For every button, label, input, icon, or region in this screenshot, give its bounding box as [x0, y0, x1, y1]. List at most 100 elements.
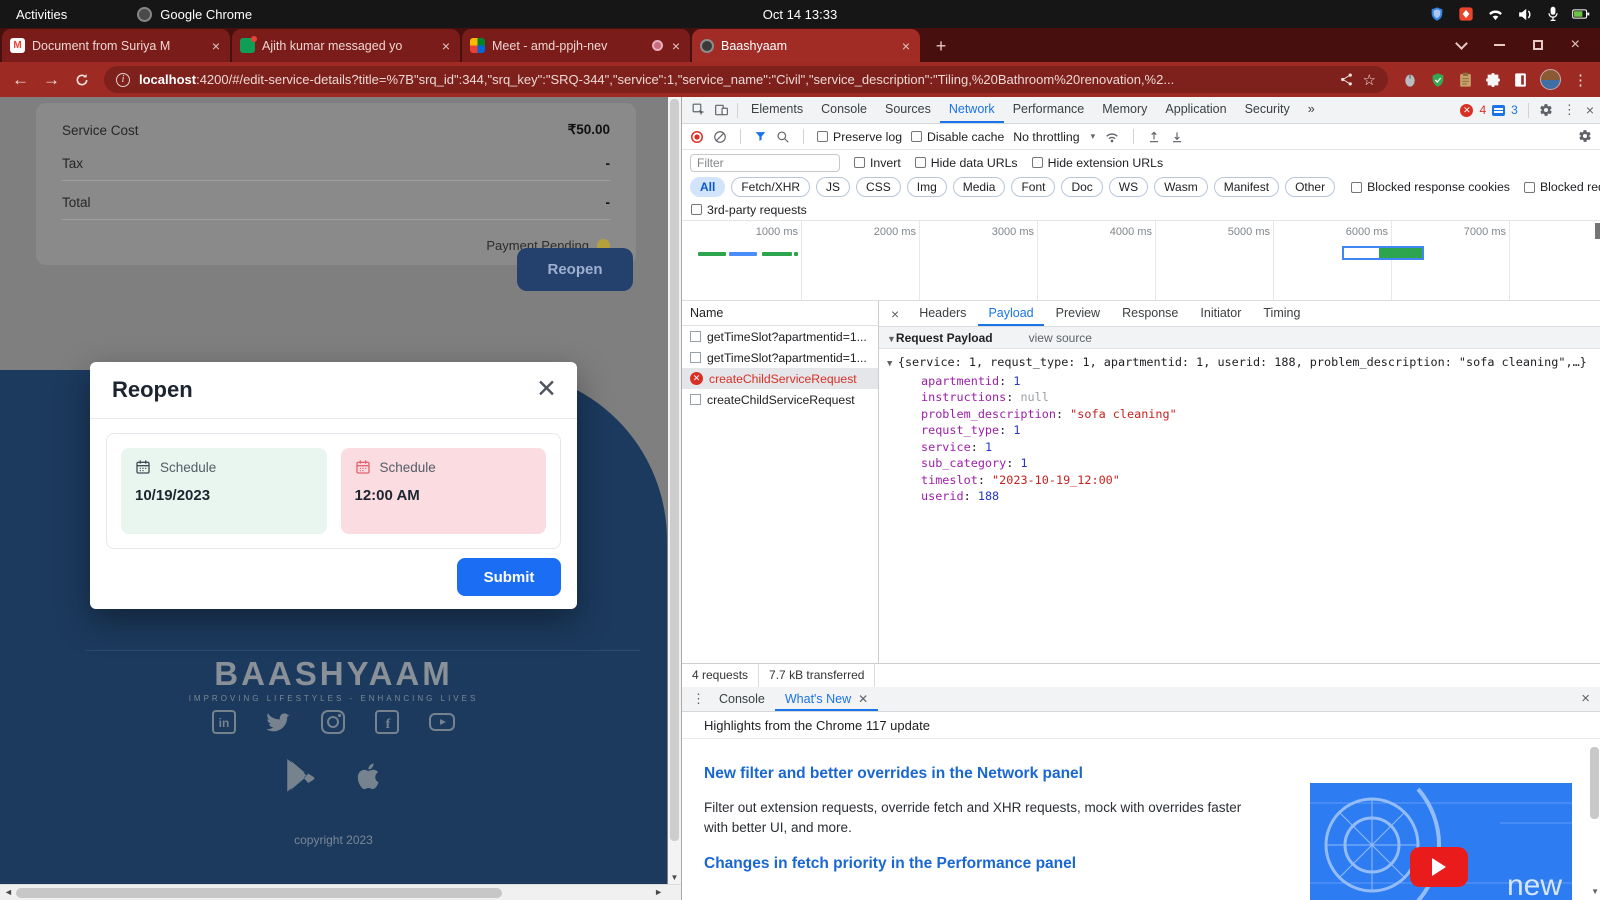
date-picker-field[interactable]: Schedule 10/19/2023 — [121, 448, 327, 534]
export-har-icon[interactable] — [1170, 130, 1184, 144]
inspect-element-icon[interactable] — [692, 103, 706, 117]
apple-icon[interactable] — [353, 757, 385, 795]
mouse-extension-icon[interactable] — [1402, 72, 1418, 88]
linkedin-icon[interactable]: in — [211, 709, 237, 735]
tab-payload[interactable]: Payload — [978, 301, 1043, 326]
timeline-scrollbar[interactable] — [1595, 223, 1600, 239]
request-row-selected-error[interactable]: ✕ createChildServiceRequest — [682, 368, 878, 389]
scroll-right-arrow[interactable]: ► — [654, 887, 663, 897]
chip-manifest[interactable]: Manifest — [1214, 177, 1279, 197]
tab-close-icon[interactable]: × — [440, 38, 452, 54]
tab-security[interactable]: Security — [1236, 97, 1299, 123]
chip-css[interactable]: CSS — [856, 177, 901, 197]
tab-application[interactable]: Application — [1156, 97, 1235, 123]
chip-ws[interactable]: WS — [1109, 177, 1148, 197]
chip-font[interactable]: Font — [1011, 177, 1055, 197]
tab-performance[interactable]: Performance — [1004, 97, 1094, 123]
tab-preview[interactable]: Preview — [1046, 301, 1110, 326]
tab-timing[interactable]: Timing — [1253, 301, 1310, 326]
scrollbar-thumb[interactable] — [16, 888, 502, 898]
drawer-tab-console[interactable]: Console — [709, 687, 775, 711]
profile-avatar[interactable] — [1540, 69, 1561, 90]
tab-response[interactable]: Response — [1112, 301, 1188, 326]
youtube-play-icon[interactable] — [1410, 847, 1468, 887]
scrollbar-thumb[interactable] — [670, 99, 679, 841]
chip-all[interactable]: All — [690, 177, 725, 197]
chip-js[interactable]: JS — [816, 177, 850, 197]
clipboard-extension-icon[interactable] — [1458, 72, 1473, 88]
network-settings-gear-icon[interactable] — [1578, 129, 1592, 143]
instagram-icon[interactable] — [320, 709, 346, 735]
reload-button[interactable] — [74, 72, 90, 88]
submit-button[interactable]: Submit — [457, 558, 561, 596]
preserve-log-checkbox[interactable]: Preserve log — [817, 130, 902, 144]
close-drawer-icon[interactable]: × — [1581, 690, 1590, 707]
reader-extension-icon[interactable] — [1513, 72, 1528, 88]
page-vertical-scrollbar[interactable]: ▼ — [668, 97, 681, 884]
time-picker-field[interactable]: Schedule 12:00 AM — [341, 448, 547, 534]
chip-fetch-xhr[interactable]: Fetch/XHR — [731, 177, 810, 197]
request-row[interactable]: createChildServiceRequest — [682, 389, 878, 410]
hide-data-urls-checkbox[interactable]: Hide data URLs — [915, 156, 1018, 170]
tab-headers[interactable]: Headers — [909, 301, 976, 326]
chip-doc[interactable]: Doc — [1061, 177, 1102, 197]
tab-search-icon[interactable] — [1455, 37, 1468, 50]
network-conditions-icon[interactable] — [1104, 130, 1120, 144]
device-toolbar-icon[interactable] — [714, 103, 729, 117]
drawer-menu-icon[interactable]: ⋮ — [688, 691, 709, 707]
activities-button[interactable]: Activities — [16, 7, 67, 22]
google-play-icon[interactable] — [283, 757, 317, 795]
close-details-icon[interactable]: × — [883, 306, 907, 322]
scroll-down-arrow[interactable]: ▼ — [668, 873, 681, 882]
back-button[interactable]: ← — [12, 70, 29, 90]
tab-meet[interactable]: Meet - amd-ppjh-nev × — [462, 29, 690, 62]
settings-gear-icon[interactable] — [1539, 103, 1553, 117]
drawer-tab-whats-new[interactable]: What's New ✕ — [775, 687, 878, 711]
tab-baashyaam-active[interactable]: Baashyaam × — [692, 29, 920, 62]
error-count-icon[interactable]: ✕ — [1460, 104, 1473, 117]
error-count[interactable]: 4 — [1479, 103, 1486, 117]
new-tab-button[interactable]: + — [928, 33, 954, 59]
page-horizontal-scrollbar[interactable]: ◄ ► — [0, 884, 681, 900]
url-text[interactable]: localhost:4200/#/edit-service-details?ti… — [139, 72, 1330, 87]
system-tray[interactable] — [1429, 6, 1590, 22]
blocked-cookies-checkbox[interactable]: Blocked response cookies — [1351, 180, 1510, 194]
youtube-icon[interactable] — [428, 709, 456, 735]
forward-button[interactable]: → — [43, 70, 60, 90]
restore-button[interactable] — [1533, 40, 1543, 50]
chrome-menu-icon[interactable]: ⋮ — [1573, 71, 1588, 89]
blocked-requests-checkbox[interactable]: Blocked requests — [1524, 180, 1600, 194]
tab-document[interactable]: M Document from Suriya M × — [2, 29, 230, 62]
close-devtools-button[interactable]: × — [1586, 102, 1594, 118]
view-source-link[interactable]: view source — [1029, 331, 1092, 345]
tab-elements[interactable]: Elements — [742, 97, 812, 123]
issues-count[interactable]: 3 — [1511, 103, 1518, 117]
site-info-icon[interactable]: i — [116, 73, 130, 87]
chrome-update-promo-image[interactable]: new — [1310, 783, 1572, 900]
tab-initiator[interactable]: Initiator — [1190, 301, 1251, 326]
record-network-log-icon[interactable] — [690, 130, 704, 144]
tab-network[interactable]: Network — [940, 97, 1004, 123]
import-har-icon[interactable] — [1147, 130, 1161, 144]
scroll-down-arrow[interactable]: ▼ — [1591, 887, 1599, 896]
network-overview-timeline[interactable]: 1000 ms 2000 ms 3000 ms 4000 ms 5000 ms … — [682, 221, 1600, 301]
tab-close-icon[interactable]: × — [670, 38, 682, 54]
filter-funnel-icon[interactable] — [754, 130, 767, 143]
tab-chat[interactable]: Ajith kumar messaged yo × — [232, 29, 460, 62]
search-icon[interactable] — [776, 130, 790, 144]
reopen-button[interactable]: Reopen — [517, 248, 633, 291]
omnibox[interactable]: i localhost:4200/#/edit-service-details?… — [104, 66, 1388, 93]
throttling-dropdown[interactable]: No throttling▾ — [1013, 130, 1095, 144]
payload-preview-line[interactable]: ▼ {service: 1, requst_type: 1, apartment… — [887, 354, 1600, 373]
clear-network-log-icon[interactable] — [713, 130, 727, 144]
adblock-shield-icon[interactable] — [1430, 72, 1446, 88]
devtools-menu-icon[interactable]: ⋮ — [1559, 102, 1580, 118]
chip-wasm[interactable]: Wasm — [1154, 177, 1208, 197]
whats-new-scrollbar[interactable]: ▼ — [1588, 739, 1600, 900]
chip-img[interactable]: Img — [907, 177, 947, 197]
tab-memory[interactable]: Memory — [1093, 97, 1156, 123]
tab-close-icon[interactable]: × — [210, 38, 222, 54]
more-tabs-button[interactable]: » — [1299, 97, 1324, 123]
filter-input[interactable] — [690, 154, 840, 172]
bookmark-star-icon[interactable]: ☆ — [1363, 71, 1376, 89]
